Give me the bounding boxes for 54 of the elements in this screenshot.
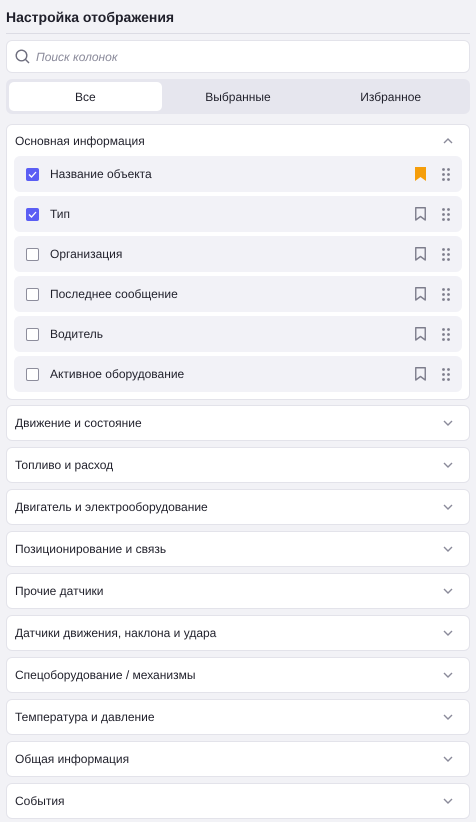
section-header[interactable]: Прочие датчики (7, 574, 469, 608)
chevron-down-icon[interactable] (443, 714, 453, 720)
checkbox[interactable] (26, 168, 39, 180)
section-header[interactable]: Движение и состояние (7, 406, 469, 440)
checkbox[interactable] (26, 208, 39, 220)
drag-handle-icon[interactable] (442, 328, 450, 340)
bookmark-icon[interactable] (415, 247, 426, 261)
section-header[interactable]: Спецоборудование / механизмы (7, 658, 469, 692)
column-label: Организация (50, 247, 124, 261)
chevron-down-icon[interactable] (443, 588, 453, 594)
panel-title: Настройка отображения (6, 8, 174, 24)
section-header[interactable]: Общая информация (7, 742, 469, 776)
section-header[interactable]: Позиционирование и связь (7, 532, 469, 566)
tab[interactable]: Избранное (314, 82, 468, 111)
chevron-down-icon[interactable] (443, 798, 453, 804)
section-header[interactable]: Двигатель и электрооборудование (7, 490, 469, 524)
column-label: Название объекта (50, 167, 153, 181)
chevron-down-icon[interactable] (443, 420, 453, 426)
checkbox[interactable] (26, 288, 39, 300)
column-label: Тип (50, 207, 72, 221)
drag-handle-icon[interactable] (442, 368, 450, 380)
section-header[interactable]: Топливо и расход (7, 448, 469, 482)
drag-handle-icon[interactable] (442, 168, 450, 180)
chevron-up-icon[interactable] (443, 138, 453, 144)
drag-handle-icon[interactable] (442, 208, 450, 220)
bookmark-icon[interactable] (415, 287, 426, 301)
chevron-down-icon[interactable] (443, 546, 453, 552)
drag-handle-icon[interactable] (442, 288, 450, 300)
search-icon (15, 49, 30, 64)
column-label: Последнее сообщение (50, 287, 179, 301)
checkbox[interactable] (26, 328, 39, 340)
checkbox[interactable] (26, 248, 39, 260)
checkbox[interactable] (26, 368, 39, 380)
bookmark-icon[interactable] (415, 167, 426, 181)
chevron-down-icon[interactable] (443, 756, 453, 762)
checkmark-icon (28, 210, 37, 218)
drag-handle-icon[interactable] (442, 248, 450, 260)
chevron-down-icon[interactable] (443, 672, 453, 678)
tab[interactable]: Выбранные (162, 82, 314, 111)
column-label: Водитель (50, 327, 104, 341)
section-header[interactable]: Основная информация (7, 125, 469, 156)
bookmark-icon[interactable] (415, 367, 426, 381)
search-field[interactable]: Поиск колонок (6, 40, 470, 73)
bookmark-icon[interactable] (415, 327, 426, 341)
column-label: Активное оборудование (50, 367, 186, 381)
section-header[interactable]: События (7, 784, 469, 818)
chevron-down-icon[interactable] (443, 504, 453, 510)
bookmark-icon[interactable] (415, 207, 426, 221)
tab[interactable]: Все (9, 82, 162, 111)
section-header[interactable]: Датчики движения, наклона и удара (7, 616, 469, 650)
section-header[interactable]: Температура и давление (7, 700, 469, 734)
chevron-down-icon[interactable] (443, 630, 453, 636)
chevron-down-icon[interactable] (443, 462, 453, 468)
checkmark-icon (28, 170, 37, 178)
